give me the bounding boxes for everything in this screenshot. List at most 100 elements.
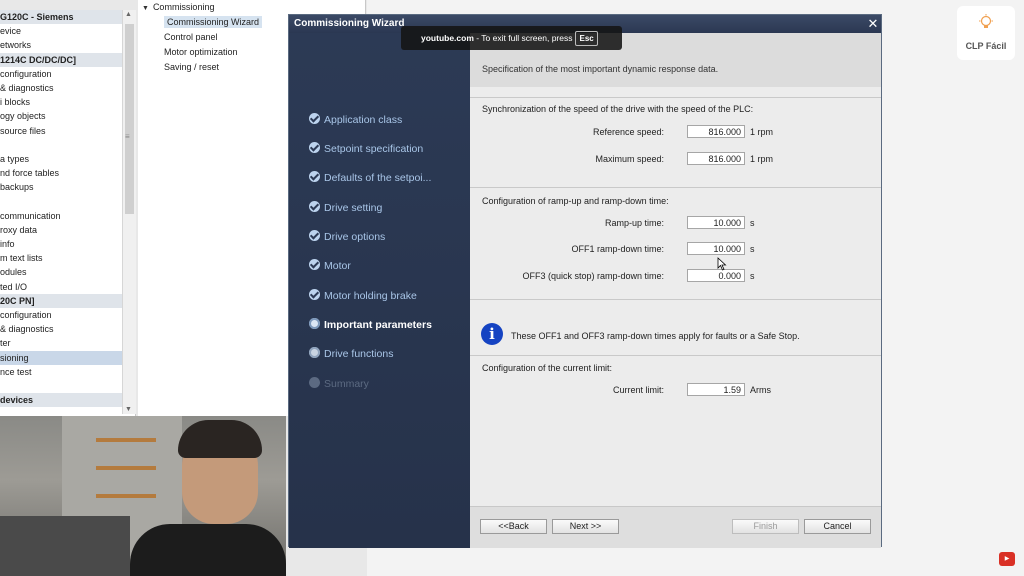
project-tree-item[interactable]: & diagnostics: [0, 81, 135, 95]
back-button[interactable]: <<Back: [480, 519, 547, 534]
project-tree-item[interactable]: & diagnostics: [0, 322, 135, 336]
check-circle-icon: [309, 113, 320, 124]
step-application-class[interactable]: Application class: [309, 112, 402, 128]
project-tree-item[interactable]: i blocks: [0, 95, 135, 109]
step-label: Important parameters: [324, 319, 432, 331]
webcam-desk: [0, 516, 130, 576]
step-drive-setting[interactable]: Drive setting: [309, 200, 382, 216]
check-circle-icon: [309, 289, 320, 300]
tree-item-label: Saving / reset: [164, 62, 220, 72]
step-label: Drive setting: [324, 202, 383, 214]
project-tree-item[interactable]: sioning: [0, 350, 135, 365]
info-icon: i: [481, 323, 503, 345]
maximum-speed-label: Maximum speed:: [595, 154, 664, 164]
next-button[interactable]: Next >>: [552, 519, 619, 534]
ramp-up-time-unit: s: [750, 218, 755, 228]
step-label: Summary: [324, 378, 369, 390]
step-label: Motor: [324, 260, 351, 272]
check-circle-icon: [309, 230, 320, 241]
off1-ramp-down-label: OFF1 ramp-down time:: [571, 244, 664, 254]
reference-speed-input[interactable]: [687, 125, 745, 138]
step-drive-options[interactable]: Drive options: [309, 229, 385, 245]
mouse-pointer-icon: [717, 257, 727, 271]
maximum-speed-input[interactable]: [687, 152, 745, 165]
caret-down-icon[interactable]: ▼: [142, 1, 149, 16]
check-circle-icon: [309, 259, 320, 270]
project-tree-item[interactable]: backups: [0, 180, 135, 194]
lightbulb-icon: [979, 14, 993, 28]
webcam-person-hair: [178, 420, 262, 458]
project-tree-item[interactable]: ogy objects: [0, 109, 135, 123]
project-tree-item[interactable]: nce test: [0, 365, 135, 379]
project-tree-item[interactable]: [0, 138, 135, 152]
webcam-overlay: [0, 416, 286, 576]
project-tree-item[interactable]: etworks: [0, 38, 135, 52]
ramp-up-time-input[interactable]: [687, 216, 745, 229]
wizard-content-panel: Specification of the most important dyna…: [470, 33, 881, 506]
project-tree-item[interactable]: 20C PN]: [0, 293, 135, 308]
scroll-up-icon[interactable]: ▲: [125, 11, 132, 18]
scrollbar-grip-icon: ≡: [125, 132, 130, 141]
tree-item-label: Control panel: [164, 32, 218, 42]
current-step-icon: [309, 318, 320, 329]
ramp-up-time-label: Ramp-up time:: [604, 218, 664, 228]
current-section-title: Configuration of the current limit:: [482, 363, 613, 373]
disabled-step-icon: [309, 377, 320, 388]
subscribe-icon[interactable]: ▶: [999, 552, 1015, 566]
scroll-down-icon[interactable]: ▼: [125, 406, 132, 413]
cancel-button[interactable]: Cancel: [804, 519, 871, 534]
tree-item-commissioning[interactable]: ▼ Commissioning: [138, 0, 365, 15]
project-tree-item[interactable]: odules: [0, 265, 135, 279]
off1-ramp-down-input[interactable]: [687, 242, 745, 255]
scrollbar-thumb[interactable]: [125, 24, 134, 214]
project-tree-item[interactable]: m text lists: [0, 251, 135, 265]
webcam-shelf: [96, 438, 156, 442]
wizard-button-bar: <<Back Next >> Finish Cancel: [470, 506, 881, 548]
current-limit-input[interactable]: [687, 383, 745, 396]
project-tree-item[interactable]: ted I/O: [0, 280, 135, 294]
close-icon[interactable]: ✕: [865, 15, 881, 33]
commissioning-wizard-dialog: Commissioning Wizard ✕ Application class…: [288, 14, 882, 548]
step-drive-functions[interactable]: Drive functions: [309, 346, 393, 362]
off3-ramp-down-input[interactable]: [687, 269, 745, 282]
step-motor[interactable]: Motor: [309, 258, 351, 274]
off3-ramp-down-label: OFF3 (quick stop) ramp-down time:: [522, 271, 664, 281]
project-tree-item[interactable]: 1214C DC/DC/DC]: [0, 52, 135, 67]
step-setpoint-defaults[interactable]: Defaults of the setpoi...: [309, 170, 431, 186]
sync-section-title: Synchronization of the speed of the driv…: [482, 104, 754, 114]
page-subtitle: Specification of the most important dyna…: [482, 64, 719, 74]
step-summary: Summary: [309, 376, 369, 392]
step-motor-holding-brake[interactable]: Motor holding brake: [309, 288, 417, 304]
project-tree-item[interactable]: devices: [0, 393, 135, 408]
maximum-speed-unit: 1 rpm: [750, 154, 774, 164]
step-label: Setpoint specification: [324, 143, 424, 155]
project-tree: G120C - Siemens evice etworks 1214C DC/DC/D…: [0, 10, 136, 416]
current-limit-label: Current limit:: [612, 385, 664, 395]
step-label: Drive options: [324, 231, 386, 243]
webcam-person-shirt: [130, 524, 286, 576]
project-tree-item[interactable]: configuration: [0, 67, 135, 81]
project-tree-item[interactable]: evice: [0, 24, 135, 38]
project-tree-item[interactable]: ter: [0, 336, 135, 350]
check-circle-icon: [309, 201, 320, 212]
project-tree-item[interactable]: a types: [0, 152, 135, 166]
project-tree-item[interactable]: communication: [0, 209, 135, 223]
project-tree-item[interactable]: source files: [0, 124, 135, 138]
project-tree-item[interactable]: roxy data: [0, 223, 135, 237]
project-tree-item[interactable]: [0, 194, 135, 208]
section-divider: [470, 299, 881, 300]
project-tree-scrollbar[interactable]: ▲ ≡ ▼: [122, 10, 136, 414]
project-tree-item[interactable]: nd force tables: [0, 166, 135, 180]
project-tree-item[interactable]: G120C - Siemens: [0, 10, 135, 25]
project-tree-item[interactable]: info: [0, 237, 135, 251]
fullscreen-notice: youtube.com - To exit full screen, press…: [401, 26, 622, 50]
step-setpoint-specification[interactable]: Setpoint specification: [309, 141, 423, 157]
step-important-parameters[interactable]: Important parameters: [309, 317, 432, 333]
webcam-shelf: [96, 466, 156, 470]
wizard-steps-nav: Application class Setpoint specification…: [289, 33, 470, 548]
tree-item-label: Commissioning Wizard: [164, 16, 263, 28]
project-tree-item[interactable]: [0, 379, 135, 393]
clp-facil-logo: CLP Fácil: [957, 6, 1015, 60]
project-tree-item[interactable]: configuration: [0, 308, 135, 322]
section-divider: [470, 355, 881, 356]
